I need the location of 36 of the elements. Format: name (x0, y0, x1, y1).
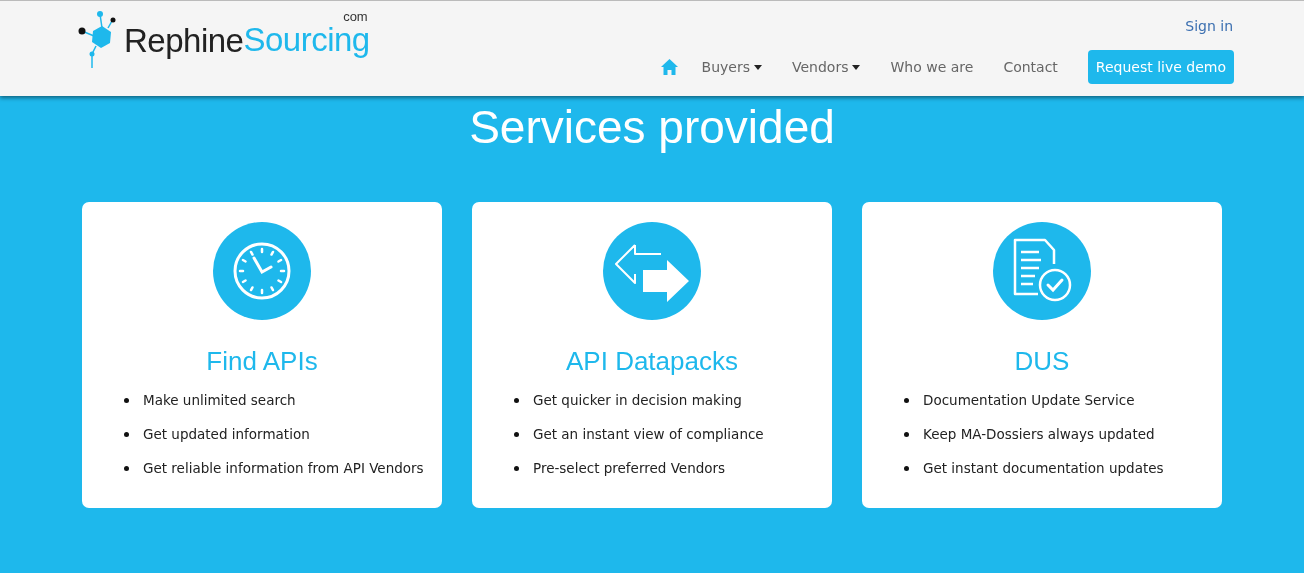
card-title: API Datapacks (566, 346, 738, 377)
feature-text: Keep MA-Dossiers always updated (923, 426, 1155, 442)
bullet-icon (124, 397, 129, 403)
sign-in-link[interactable]: Sign in (1185, 18, 1233, 34)
nav-dropdown[interactable]: Vendors (792, 59, 861, 75)
nav-link[interactable]: Who we are (890, 59, 974, 75)
bullet-icon (904, 397, 909, 403)
logo-text: Sourcing (243, 22, 370, 57)
bullet-icon (514, 465, 519, 471)
document-check-icon (993, 222, 1091, 320)
nav-dropdown[interactable]: Buyers (701, 59, 762, 75)
feature-text: Documentation Update Service (923, 392, 1135, 408)
feature-text: Pre-select preferred Vendors (533, 460, 726, 476)
caret-icon (754, 64, 762, 70)
feature-text: Get reliable information from API Vendors (143, 460, 424, 476)
nav-link[interactable]: Contact (1003, 59, 1058, 75)
feature-text: Get an instant view of compliance (533, 426, 764, 442)
logo-text: Rephine (124, 22, 244, 60)
bullet-icon (514, 397, 519, 403)
feature-text: Get instant documentation updates (923, 460, 1164, 476)
caret-icon (852, 64, 861, 70)
bullet-icon (514, 431, 519, 437)
bullet-icon (124, 431, 129, 437)
clock-icon (213, 222, 311, 320)
bullet-icon (904, 431, 909, 437)
feature-text: Get updated information (143, 426, 310, 442)
section-title: Services provided (469, 100, 835, 155)
feature-text: Make unlimited search (143, 392, 296, 408)
card-title: DUS (1014, 346, 1070, 377)
exchange-arrows-icon (603, 222, 701, 320)
bullet-icon (124, 465, 129, 471)
home-icon[interactable] (660, 59, 678, 75)
bullet-icon (904, 465, 909, 471)
logo-domain-text: com (343, 9, 368, 23)
card-title: Find APIs (206, 346, 318, 377)
feature-text: Get quicker in decision making (533, 392, 742, 408)
